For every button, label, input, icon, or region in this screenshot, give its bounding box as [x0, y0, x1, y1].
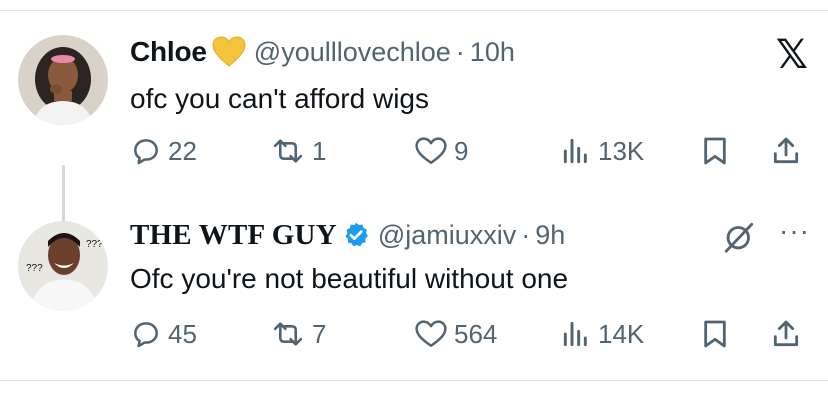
verified-badge-icon: [342, 221, 370, 249]
timestamp[interactable]: 9h: [535, 220, 565, 251]
avatar[interactable]: ??? ???: [18, 221, 108, 311]
reply-button[interactable]: 45: [130, 316, 197, 352]
view-count: 14K: [598, 318, 645, 349]
bottom-divider: [0, 380, 828, 381]
action-bar: 22 1 9 13K: [130, 133, 820, 169]
tweet-header: Chloe @youlllovechloe · 10h: [130, 34, 515, 70]
share-button[interactable]: [770, 316, 802, 352]
tweet-text: ofc you can't afford wigs: [130, 83, 429, 114]
share-icon: [773, 320, 799, 347]
repost-button[interactable]: 1: [270, 133, 326, 169]
action-bar: 45 7 564 14K: [130, 316, 820, 352]
svg-text:???: ???: [86, 239, 103, 250]
top-divider: [0, 10, 828, 11]
yellow-heart-icon: [212, 36, 246, 68]
views-chart-icon: [563, 138, 587, 164]
grok-icon[interactable]: [722, 220, 756, 259]
like-button[interactable]: 9: [414, 133, 468, 169]
timestamp[interactable]: 10h: [470, 37, 515, 68]
svg-text:???: ???: [26, 263, 43, 274]
like-button[interactable]: 564: [414, 316, 497, 352]
reply-icon: [134, 322, 158, 348]
avatar[interactable]: [18, 35, 108, 125]
view-count: 13K: [598, 135, 645, 166]
reply-count: 45: [168, 318, 197, 349]
heart-icon: [415, 137, 447, 165]
reply-icon: [134, 139, 158, 165]
repost-icon: [273, 322, 303, 346]
heart-icon: [415, 320, 447, 348]
tweet-header: THE WTF GUY @jamiuxxiv · 9h: [130, 217, 565, 253]
separator-dot: ·: [455, 36, 465, 67]
user-handle[interactable]: @jamiuxxiv: [378, 220, 516, 251]
display-name[interactable]: THE WTF GUY: [130, 219, 337, 252]
bookmark-button[interactable]: [700, 133, 730, 169]
like-count: 9: [454, 135, 469, 166]
bookmark-icon: [704, 137, 726, 165]
user-handle[interactable]: @youlllovechloe: [254, 37, 451, 68]
repost-button[interactable]: 7: [270, 316, 326, 352]
bookmark-button[interactable]: [700, 316, 730, 352]
reply-button[interactable]: 22: [130, 133, 197, 169]
x-logo-icon[interactable]: 𝕏: [776, 33, 808, 77]
tweet-the-wtf-guy[interactable]: ??? ??? THE WTF GUY @jamiuxxiv · 9h ··· …: [0, 214, 828, 364]
bookmark-icon: [704, 320, 726, 348]
repost-count: 1: [312, 135, 327, 166]
repost-count: 7: [312, 318, 327, 349]
tweet-text: Ofc you're not beautiful without one: [130, 263, 569, 294]
like-count: 564: [454, 318, 498, 349]
more-options-icon[interactable]: ···: [779, 216, 810, 246]
share-button[interactable]: [770, 133, 802, 169]
views-button[interactable]: 13K: [560, 133, 644, 169]
views-chart-icon: [563, 321, 587, 347]
reply-count: 22: [168, 135, 197, 166]
tweet-chloe[interactable]: Chloe @youlllovechloe · 10h 𝕏 ofc you ca…: [0, 25, 828, 234]
share-icon: [773, 137, 799, 164]
separator-dot: ·: [521, 219, 531, 250]
views-button[interactable]: 14K: [560, 316, 644, 352]
display-name[interactable]: Chloe: [130, 36, 207, 68]
repost-icon: [273, 139, 303, 163]
